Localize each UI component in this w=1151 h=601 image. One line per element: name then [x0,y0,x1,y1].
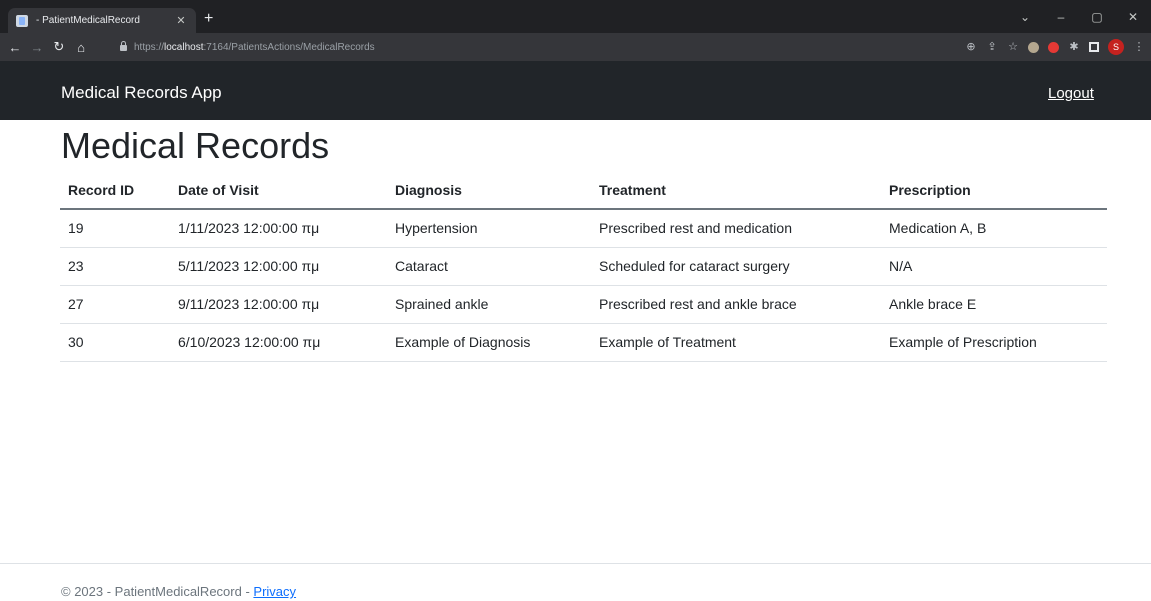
restore-icon[interactable]: ▢ [1079,10,1115,24]
date-of-visit-cell: 6/10/2023 12:00:00 πμ [170,323,387,362]
prescription-cell: Medication A, B [881,209,1107,248]
table-row: 30 6/10/2023 12:00:00 πμ Example of Diag… [60,323,1107,362]
close-window-icon[interactable]: ✕ [1115,10,1151,24]
diagnosis-cell: Hypertension [387,209,591,248]
date-of-visit-cell: 9/11/2023 12:00:00 πμ [170,285,387,324]
extension-icon[interactable] [1048,41,1059,53]
browser-toolbar: ← → ↻ ⌂ https://localhost:7164/PatientsA… [0,33,1151,61]
prescription-cell: Example of Prescription [881,323,1107,362]
extension-icon[interactable] [1028,41,1039,53]
record-id-cell: 27 [60,285,170,324]
table-row: 19 1/11/2023 12:00:00 πμ Hypertension Pr… [60,209,1107,248]
page-title: Medical Records [61,125,330,166]
page-favicon-icon [16,14,28,27]
diagnosis-cell: Cataract [387,247,591,286]
zoom-icon[interactable]: ⊕ [965,41,977,53]
footer-divider [0,563,1151,564]
prescription-cell: N/A [881,247,1107,286]
column-header-date-of-visit: Date of Visit [170,171,387,210]
app-navbar: Medical Records App Logout [0,61,1151,120]
lock-icon [120,41,127,51]
record-id-cell: 19 [60,209,170,248]
privacy-link[interactable]: Privacy [253,584,296,599]
treatment-cell: Prescribed rest and ankle brace [591,285,881,324]
home-icon[interactable]: ⌂ [70,40,92,55]
footer-copyright: © 2023 - PatientMedicalRecord - [61,584,254,599]
diagnosis-cell: Sprained ankle [387,285,591,324]
treatment-cell: Scheduled for cataract surgery [591,247,881,286]
column-header-prescription: Prescription [881,171,1107,210]
record-id-cell: 23 [60,247,170,286]
tab-search-icon[interactable]: ⌄ [1007,10,1043,24]
toolbar-actions: ⊕ ⇪ ☆ ✱ S ⋮ [965,33,1145,61]
side-panel-icon[interactable] [1089,42,1099,52]
menu-kebab-icon[interactable]: ⋮ [1133,41,1145,53]
forward-icon[interactable]: → [26,40,48,55]
url-text: https://localhost:7164/PatientsActions/M… [134,41,375,53]
share-icon[interactable]: ⇪ [986,41,998,53]
treatment-cell: Prescribed rest and medication [591,209,881,248]
back-icon[interactable]: ← [4,40,26,55]
date-of-visit-cell: 5/11/2023 12:00:00 πμ [170,247,387,286]
new-tab-button[interactable]: + [204,9,213,29]
table-row: 23 5/11/2023 12:00:00 πμ Cataract Schedu… [60,247,1107,286]
prescription-cell: Ankle brace E [881,285,1107,324]
diagnosis-cell: Example of Diagnosis [387,323,591,362]
logout-link[interactable]: Logout [1048,85,1094,102]
treatment-cell: Example of Treatment [591,323,881,362]
column-header-treatment: Treatment [591,171,881,210]
table-row: 27 9/11/2023 12:00:00 πμ Sprained ankle … [60,285,1107,324]
reload-icon[interactable]: ↻ [48,39,70,55]
medical-records-table: Record ID Date of Visit Diagnosis Treatm… [60,171,1107,362]
table-header-row: Record ID Date of Visit Diagnosis Treatm… [60,171,1107,210]
extensions-puzzle-icon[interactable]: ✱ [1068,41,1080,53]
window-controls: ⌄ – ▢ ✕ [1007,0,1151,33]
bookmark-star-icon[interactable]: ☆ [1007,41,1019,53]
column-header-diagnosis: Diagnosis [387,171,591,210]
date-of-visit-cell: 1/11/2023 12:00:00 πμ [170,209,387,248]
app-brand-link[interactable]: Medical Records App [61,83,222,103]
column-header-record-id: Record ID [60,171,170,210]
tab-title: - PatientMedicalRecord [36,15,140,26]
browser-tab[interactable]: - PatientMedicalRecord ✕ [8,8,196,33]
minimize-icon[interactable]: – [1043,10,1079,24]
address-bar[interactable]: https://localhost:7164/PatientsActions/M… [110,36,940,58]
record-id-cell: 30 [60,323,170,362]
page-footer: © 2023 - PatientMedicalRecord - Privacy [61,584,296,599]
profile-avatar[interactable]: S [1108,39,1124,55]
close-tab-icon[interactable]: ✕ [174,14,188,27]
browser-tabstrip: - PatientMedicalRecord ✕ + ⌄ – ▢ ✕ [0,0,1151,33]
